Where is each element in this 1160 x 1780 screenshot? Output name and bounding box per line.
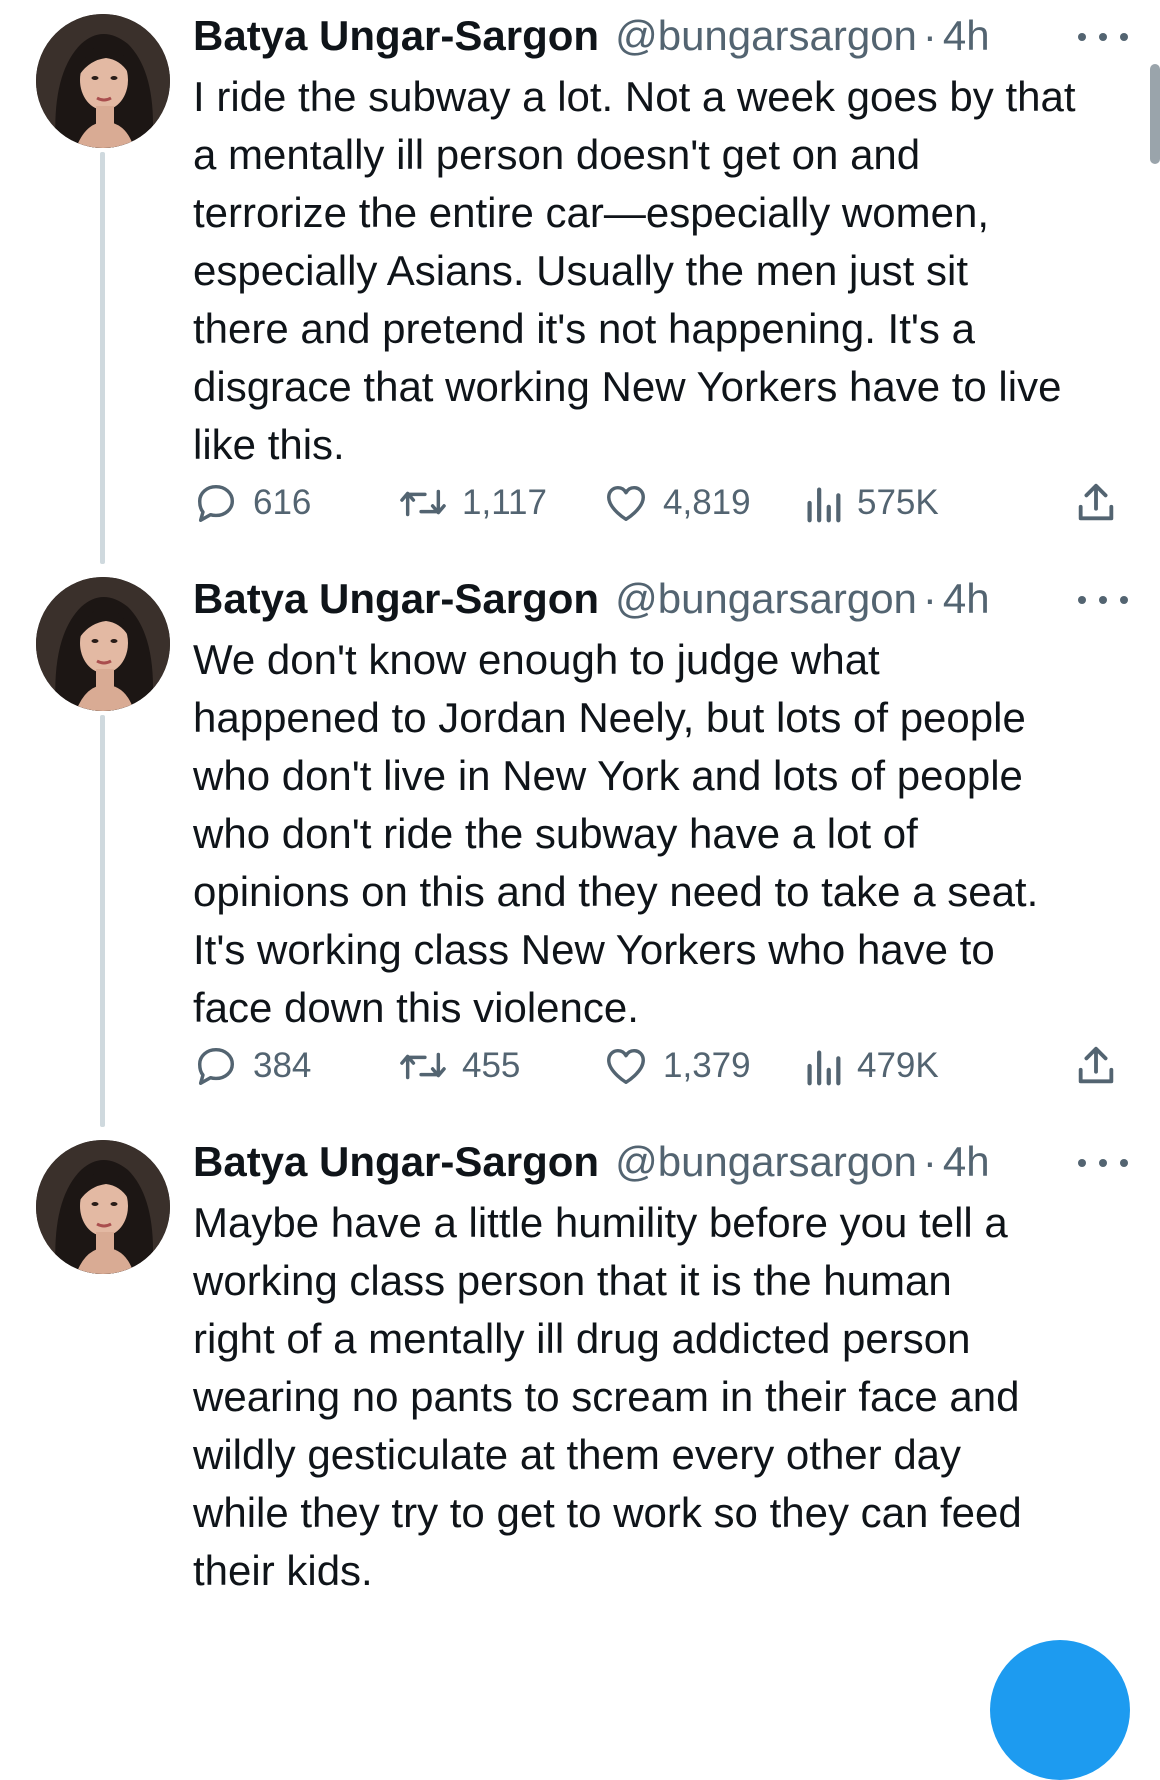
like-button[interactable]: 1,379	[603, 1041, 751, 1091]
heart-icon	[607, 485, 645, 522]
share-upload-icon	[1078, 1046, 1114, 1084]
more-dots-icon[interactable]	[1078, 22, 1128, 52]
tweet-content: Batya Ungar-Sargon @bungarsargon · 4h Ma…	[193, 1134, 1138, 1600]
thread-connector-line	[100, 152, 105, 564]
avatar[interactable]	[36, 1140, 170, 1274]
scrollbar-thumb[interactable]	[1150, 64, 1160, 164]
tweet-content: Batya Ungar-Sargon @bungarsargon · 4h We…	[193, 571, 1138, 1086]
separator-dot: ·	[922, 575, 937, 622]
tweet-text: I ride the subway a lot. Not a week goes…	[193, 73, 1076, 468]
tweet-text: We don't know enough to judge what happe…	[193, 636, 1039, 1031]
action-bar: 384 455 1,379 479K	[193, 1041, 1138, 1091]
retweet-count: 1,117	[462, 483, 547, 522]
thread-connector-line	[100, 715, 105, 1127]
like-button[interactable]: 4,819	[603, 478, 751, 528]
views-button[interactable]: 575K	[803, 478, 939, 528]
view-count: 479K	[857, 1046, 939, 1085]
avatar-photo	[36, 577, 170, 711]
reply-count: 616	[253, 483, 312, 522]
retweet-button[interactable]: 455	[398, 1041, 520, 1091]
share-upload-icon	[1078, 483, 1114, 521]
tweet-text: Maybe have a little humility before you …	[193, 1199, 1022, 1594]
avatar[interactable]	[36, 14, 170, 148]
like-count: 4,819	[663, 483, 751, 522]
tweet-header: Batya Ungar-Sargon @bungarsargon · 4h	[193, 8, 1138, 64]
user-handle[interactable]: @bungarsargon	[615, 1134, 917, 1190]
avatar[interactable]	[36, 577, 170, 711]
separator-dot: ·	[922, 1138, 937, 1185]
views-button[interactable]: 479K	[803, 1041, 939, 1091]
more-dots-icon[interactable]	[1078, 585, 1128, 615]
retweet-arrows-icon	[400, 1052, 446, 1080]
tweet-thread: Batya Ungar-Sargon @bungarsargon · 4h I …	[0, 0, 1160, 1780]
like-count: 1,379	[663, 1046, 751, 1085]
speech-bubble-icon	[197, 1047, 235, 1085]
heart-icon	[607, 1048, 645, 1085]
speech-bubble-icon	[197, 484, 235, 522]
retweet-arrows-icon	[400, 489, 446, 517]
compose-tweet-button[interactable]	[990, 1640, 1130, 1780]
display-name[interactable]: Batya Ungar-Sargon	[193, 8, 599, 64]
reply-button[interactable]: 616	[193, 478, 311, 528]
user-handle[interactable]: @bungarsargon	[615, 8, 917, 64]
user-handle[interactable]: @bungarsargon	[615, 571, 917, 627]
avatar-photo	[36, 1140, 170, 1274]
view-count: 575K	[857, 483, 939, 522]
tweet-header: Batya Ungar-Sargon @bungarsargon · 4h	[193, 1134, 1138, 1190]
bar-chart-icon	[807, 1050, 841, 1086]
display-name[interactable]: Batya Ungar-Sargon	[193, 1134, 599, 1190]
retweet-count: 455	[462, 1046, 521, 1085]
separator-dot: ·	[922, 12, 937, 59]
share-button[interactable]	[1073, 478, 1133, 528]
tweet-content: Batya Ungar-Sargon @bungarsargon · 4h I …	[193, 8, 1138, 523]
more-dots-icon[interactable]	[1078, 1148, 1128, 1178]
action-bar: 616 1,117 4,819 575K	[193, 478, 1138, 528]
avatar-photo	[36, 14, 170, 148]
share-button[interactable]	[1073, 1041, 1133, 1091]
timestamp[interactable]: 4h	[943, 571, 990, 627]
reply-button[interactable]: 384	[193, 1041, 311, 1091]
display-name[interactable]: Batya Ungar-Sargon	[193, 571, 599, 627]
bar-chart-icon	[807, 487, 841, 523]
tweet-header: Batya Ungar-Sargon @bungarsargon · 4h	[193, 571, 1138, 627]
reply-count: 384	[253, 1046, 312, 1085]
retweet-button[interactable]: 1,117	[398, 478, 547, 528]
timestamp[interactable]: 4h	[943, 8, 990, 64]
timestamp[interactable]: 4h	[943, 1134, 990, 1190]
